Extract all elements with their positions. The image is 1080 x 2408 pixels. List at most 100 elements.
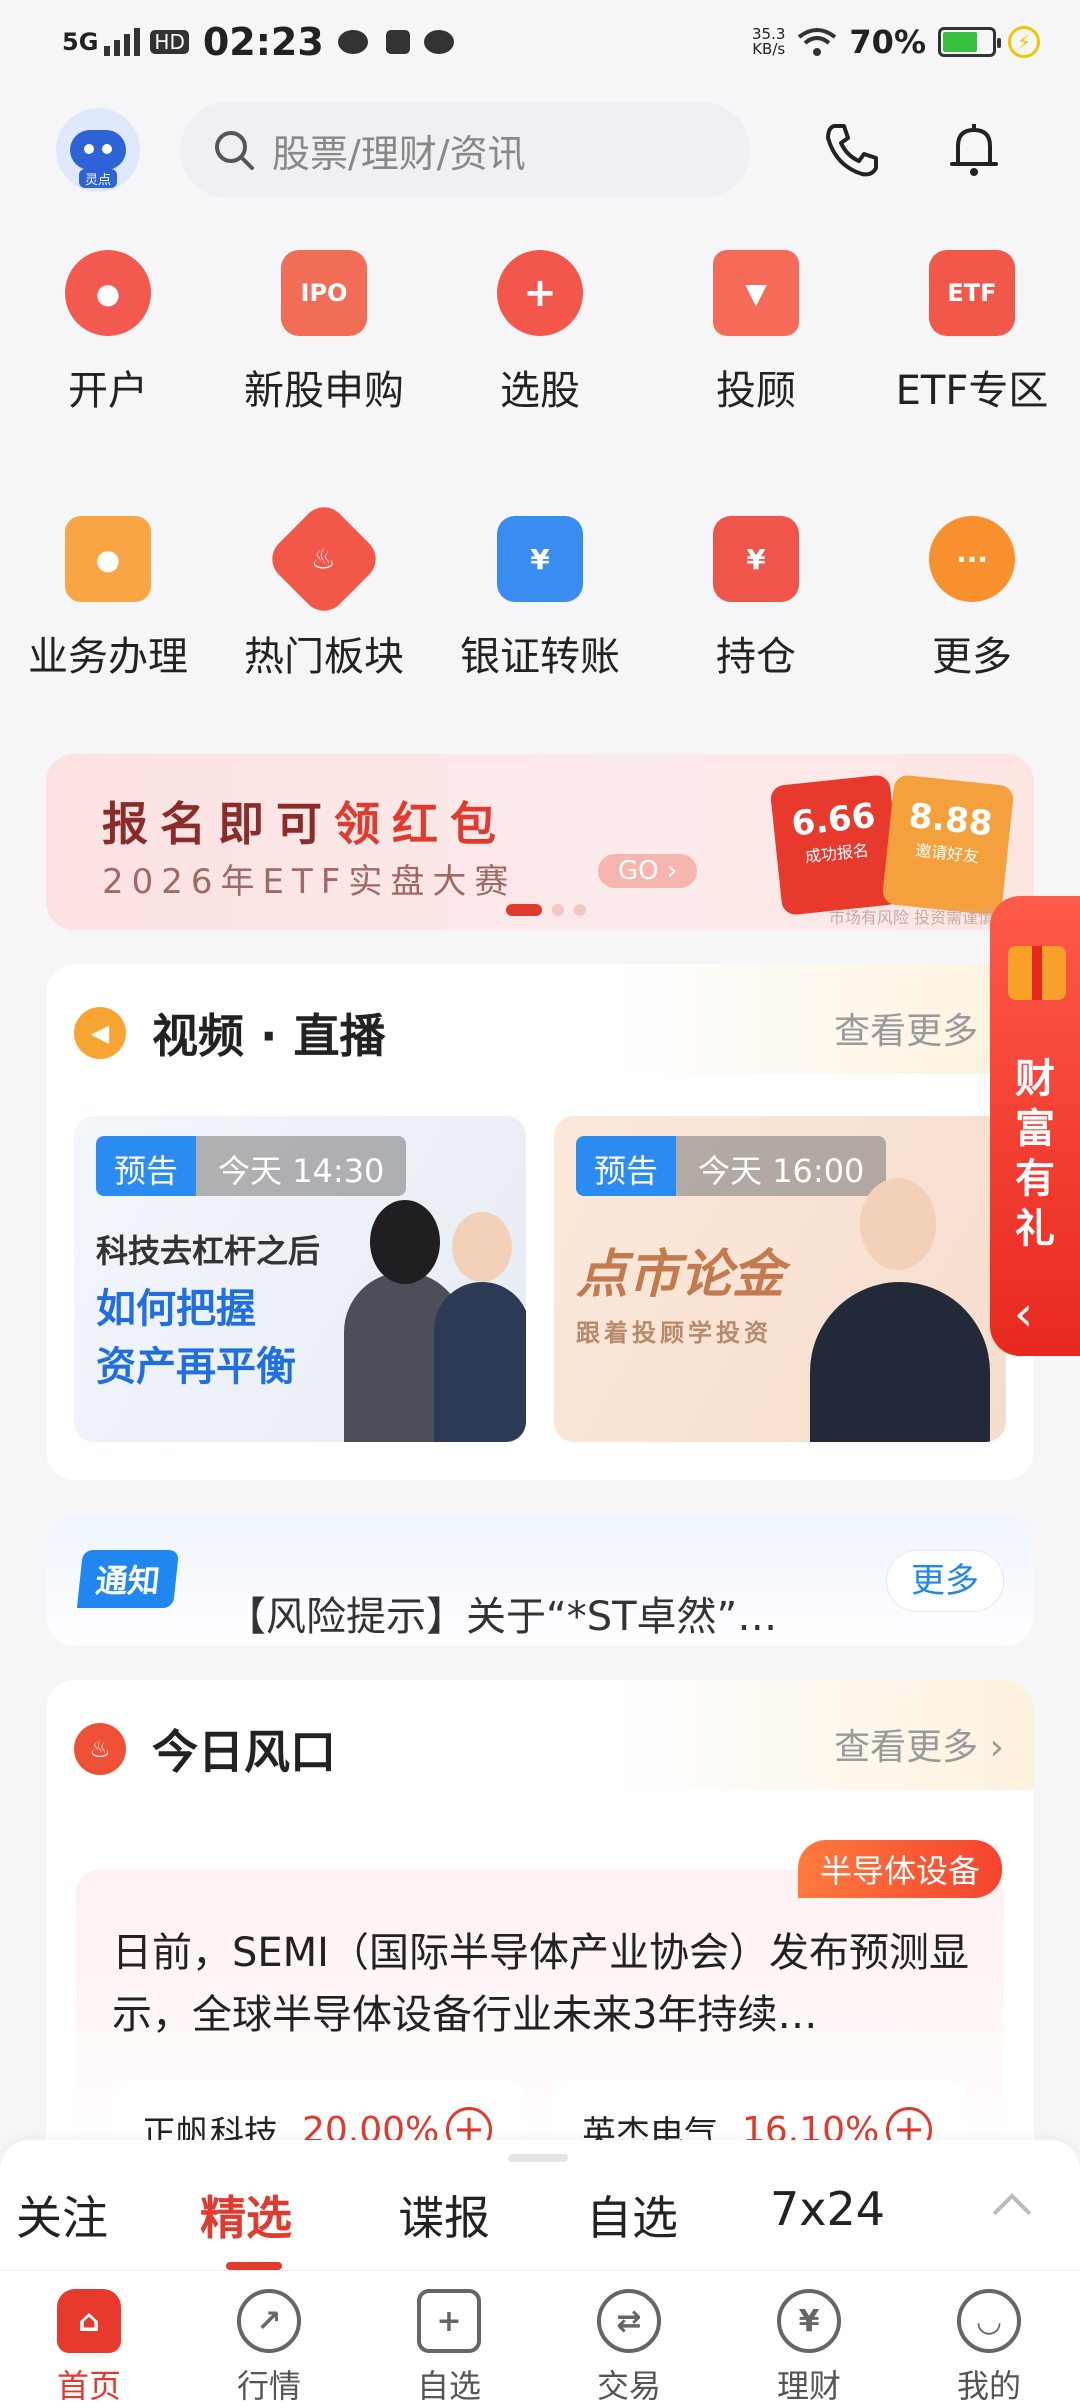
flame-icon: ♨	[74, 1723, 126, 1775]
search-input[interactable]: 股票/理财/资讯	[180, 102, 750, 198]
grid-label: 银证转账	[460, 634, 620, 680]
chevron-up-icon[interactable]	[990, 2190, 1034, 2220]
banner-subtitle: 2026年ETF实盘大赛	[102, 862, 517, 902]
grid-item-stock-picker[interactable]: + 选股	[432, 250, 648, 416]
section-title: 今日风口	[152, 1725, 336, 1779]
notice-badge: 通知	[76, 1550, 180, 1608]
nav-watchlist[interactable]: + 自选	[384, 2289, 514, 2407]
tab-watchlist[interactable]: 自选	[586, 2182, 678, 2248]
promo-banner[interactable]: 报名即可领红包 2026年ETF实盘大赛 GO › 6.66 成功报名 8.88…	[46, 754, 1034, 930]
tab-intel[interactable]: 谍报	[398, 2182, 490, 2248]
profile-icon: ◡	[957, 2289, 1021, 2353]
transfer-icon: ¥	[497, 516, 583, 602]
sector-tag: 半导体设备	[797, 1840, 1002, 1898]
tab-follow[interactable]: 关注	[16, 2182, 108, 2248]
nav-market[interactable]: ↗ 行情	[204, 2289, 334, 2407]
nav-trade[interactable]: ⇄ 交易	[564, 2289, 694, 2407]
market-icon: ↗	[237, 2289, 301, 2353]
assistant-tag: 灵点	[78, 169, 117, 188]
search-icon	[215, 131, 254, 170]
assistant-avatar[interactable]: 灵点	[56, 108, 140, 192]
video-time: 今天 14:30	[196, 1136, 407, 1196]
section-title: 视频 · 直播	[152, 1009, 386, 1063]
banner-headline: 报名即可领红包	[102, 797, 508, 851]
video-more-link[interactable]: 查看更多 ›	[834, 1002, 1004, 1054]
host-image	[810, 1282, 990, 1442]
banner-go-button[interactable]: GO ›	[598, 854, 698, 888]
video-title: 科技去杠杆之后 如何把握 资产再平衡	[96, 1232, 321, 1390]
status-bar: 5G HD 02:23 35.3 KB/s 70% ⚡	[0, 0, 1080, 84]
grid-label: 开户	[68, 368, 148, 414]
tab-featured[interactable]: 精选	[200, 2182, 292, 2248]
grid-item-holdings[interactable]: ¥ 持仓	[648, 516, 864, 682]
bottom-nav: ⌂ 首页 ↗ 行情 + 自选 ⇄ 交易 ¥ 理财 ◡ 我的	[0, 2270, 1080, 2408]
grid-item-advisor[interactable]: ▼ 投顾	[648, 250, 864, 416]
grid-item-etf[interactable]: ETF ETF专区	[864, 250, 1080, 416]
grid-item-hot-sectors[interactable]: ♨ 热门板块	[216, 498, 432, 682]
person-icon: ●	[65, 250, 151, 336]
grid-item-ipo[interactable]: IPO 新股申购	[216, 250, 432, 416]
fire-icon: ♨	[263, 498, 385, 620]
hot-topic-item[interactable]: 半导体设备 日前，SEMI（国际半导体产业协会）发布预测显示，全球半导体设备行业…	[76, 1840, 1004, 2180]
grid-item-bank-transfer[interactable]: ¥ 银证转账	[432, 516, 648, 682]
tab-7x24[interactable]: 7x24	[770, 2182, 885, 2236]
active-tab-indicator	[226, 2262, 282, 2270]
grid-item-business[interactable]: ● 业务办理	[0, 516, 216, 682]
search-placeholder: 股票/理财/资讯	[272, 131, 526, 176]
top-header: 灵点 股票/理财/资讯	[0, 100, 1080, 200]
wealth-gift-float[interactable]: 财 富 有 礼 ‹	[990, 896, 1080, 1356]
video-time: 今天 16:00	[676, 1136, 887, 1196]
hd-badge: HD	[150, 30, 189, 54]
video-live-card: ◀ 视频 · 直播 查看更多 › 预告今天 14:30 科技去杠杆之后 如何把握…	[46, 964, 1034, 1480]
bell-icon[interactable]	[944, 120, 1004, 180]
holding-icon: ¥	[713, 516, 799, 602]
nav-wealth[interactable]: ¥ 理财	[744, 2289, 874, 2407]
nav-profile[interactable]: ◡ 我的	[924, 2289, 1054, 2407]
battery-percent: 70%	[849, 23, 926, 61]
grid-item-more[interactable]: ··· 更多	[864, 516, 1080, 682]
play-icon: ◀	[74, 1007, 126, 1059]
video-item[interactable]: 预告 今天 14:30 科技去杠杆之后 如何把握 资产再平衡	[74, 1116, 526, 1442]
video-item[interactable]: 预告 今天 16:00 点市论金 跟着投顾学投资	[554, 1116, 1006, 1442]
hot-more-link[interactable]: 查看更多 ›	[834, 1718, 1004, 1770]
ipo-icon: IPO	[281, 250, 367, 336]
signal-icon	[104, 28, 141, 56]
clock: 02:23	[202, 20, 324, 64]
hot-topic-text: 日前，SEMI（国际半导体产业协会）发布预测显示，全球半导体设备行业未来3年持续…	[112, 1930, 969, 2038]
more-icon: ···	[929, 516, 1015, 602]
host-image	[434, 1282, 526, 1442]
robot-icon	[70, 130, 126, 170]
notice-bar[interactable]: 通知 【风险提示】关于“*ST卓然”… 更多	[46, 1516, 1034, 1646]
grid-label: ETF专区	[895, 368, 1049, 414]
grid-label: 热门板块	[244, 634, 404, 680]
red-packet-2: 8.88 邀请好友	[881, 774, 1015, 916]
drag-handle[interactable]	[508, 2154, 568, 2162]
wifi-icon	[798, 28, 837, 56]
notice-more-button[interactable]: 更多	[886, 1550, 1004, 1612]
grid-label: 持仓	[716, 634, 796, 680]
grid-label: 新股申购	[244, 368, 404, 414]
grid-item-open-account[interactable]: ● 开户	[0, 250, 216, 416]
folder-icon: ●	[65, 516, 151, 602]
etf-icon: ETF	[929, 250, 1015, 336]
grid-label: 业务办理	[28, 634, 188, 680]
network-indicator: 5G	[62, 28, 99, 56]
watchlist-icon: +	[417, 2289, 481, 2353]
message-icon	[423, 30, 454, 54]
preview-tag: 预告	[96, 1136, 197, 1196]
video-title: 点市论金 跟着投顾学投资	[576, 1245, 785, 1347]
carousel-dots	[506, 904, 586, 916]
float-char: 礼	[1015, 1206, 1055, 1252]
notice-text: 【风险提示】关于“*ST卓然”…	[226, 1594, 778, 1640]
phone-icon[interactable]	[822, 120, 882, 180]
charging-icon: ⚡	[1008, 26, 1040, 58]
nav-home[interactable]: ⌂ 首页	[24, 2289, 154, 2407]
add-search-icon: +	[497, 250, 583, 336]
app-notification-icon	[385, 30, 410, 54]
battery-icon	[938, 27, 1001, 57]
crown-tie-icon: ▼	[713, 250, 799, 336]
preview-tag: 预告	[576, 1136, 677, 1196]
collapse-chevron-icon[interactable]: ‹	[1014, 1286, 1033, 1342]
banner-risk-note: 市场有风险 投资需谨慎	[828, 908, 994, 927]
gift-icon	[1008, 946, 1066, 1000]
